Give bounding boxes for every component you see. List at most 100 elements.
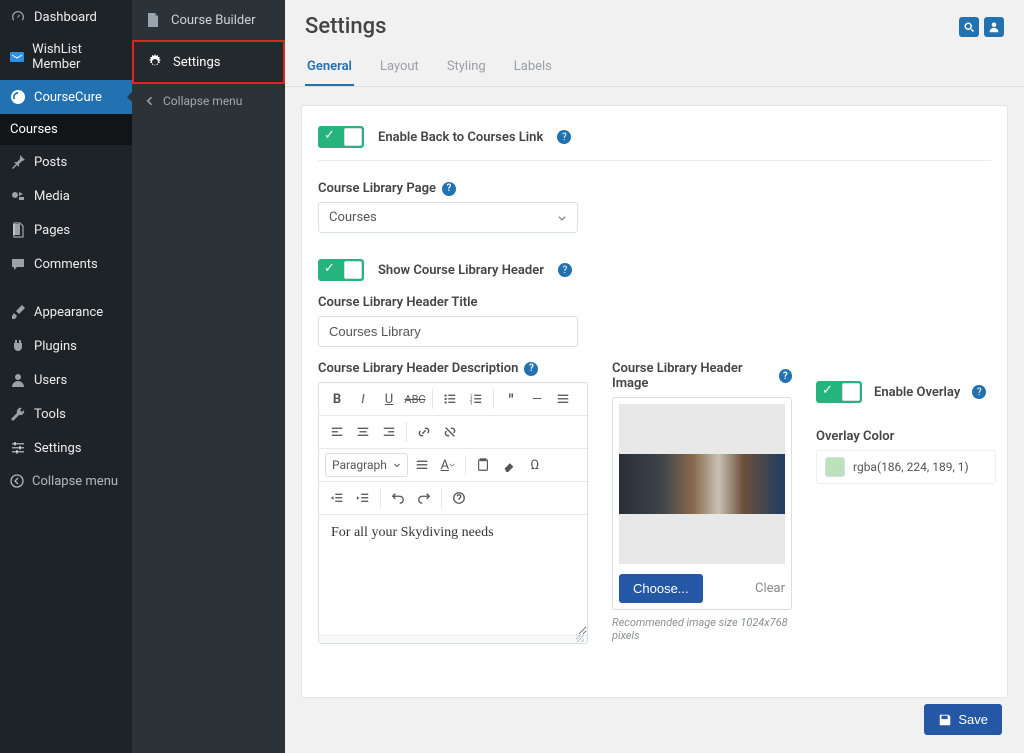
coursecure-subsidebar: Course Builder Settings Collapse menu: [132, 0, 285, 753]
sidebar-item-plugins[interactable]: Plugins: [0, 329, 132, 363]
choose-image-button[interactable]: Choose...: [619, 574, 703, 603]
clear-format-icon[interactable]: [551, 387, 575, 411]
sidebar-item-label: Users: [34, 373, 67, 388]
overlay-color-picker[interactable]: rgba(186, 224, 189, 1): [816, 450, 996, 484]
sidebar-item-wishlist[interactable]: WishList Member: [0, 34, 132, 80]
sidebar-item-settings[interactable]: Settings: [0, 431, 132, 465]
sidebar-item-tools[interactable]: Tools: [0, 397, 132, 431]
sidebar-item-comments[interactable]: Comments: [0, 247, 132, 281]
link-icon[interactable]: [412, 420, 436, 444]
toggle-enable-overlay[interactable]: ✓: [816, 381, 862, 403]
header-image-label: Course Library Header Image ?: [612, 361, 792, 391]
redo-icon[interactable]: [412, 486, 436, 510]
eraser-icon[interactable]: [497, 453, 521, 477]
numbered-list-icon[interactable]: 123: [464, 387, 488, 411]
sidebar-item-media[interactable]: Media: [0, 179, 132, 213]
underline-icon[interactable]: U: [377, 387, 401, 411]
main-content: Settings General Layout Styling Labels ✓…: [285, 0, 1024, 753]
sidebar-item-label: Dashboard: [34, 10, 97, 25]
sidebar-collapse[interactable]: Collapse menu: [0, 465, 132, 497]
editor-resize-handle[interactable]: [319, 635, 587, 643]
sidebar2-collapse[interactable]: Collapse menu: [132, 84, 285, 118]
image-size-hint: Recommended image size 1024x768 pixels: [612, 616, 792, 642]
help-icon[interactable]: ?: [557, 130, 571, 144]
align-right-icon[interactable]: [377, 420, 401, 444]
search-icon[interactable]: [959, 17, 979, 37]
save-button[interactable]: Save: [924, 704, 1002, 735]
collapse-label: Collapse menu: [32, 474, 118, 489]
check-icon: ✓: [324, 261, 335, 276]
strike-icon[interactable]: ABC: [403, 387, 427, 411]
brush-icon: [9, 303, 27, 321]
outdent-icon[interactable]: [325, 486, 349, 510]
check-icon: ✓: [324, 128, 335, 143]
check-icon: ✓: [822, 383, 833, 398]
sidebar-item-appearance[interactable]: Appearance: [0, 295, 132, 329]
align-left-icon[interactable]: [325, 420, 349, 444]
italic-icon[interactable]: I: [351, 387, 375, 411]
sidebar-item-label: Settings: [34, 441, 81, 456]
clear-image-button[interactable]: Clear: [755, 581, 785, 596]
editor-toolbar: B I U ABC 123 " —: [319, 383, 587, 416]
select-value: Courses: [329, 210, 377, 225]
sidebar-item-pages[interactable]: Pages: [0, 213, 132, 247]
sidebar2-item-settings[interactable]: Settings: [132, 40, 285, 84]
help-icon[interactable]: ?: [442, 182, 456, 196]
sidebar-item-posts[interactable]: Posts: [0, 145, 132, 179]
paste-text-icon[interactable]: [471, 453, 495, 477]
sidebar-item-label: Tools: [34, 407, 66, 422]
undo-icon[interactable]: [386, 486, 410, 510]
header-image-card: Choose... Clear: [612, 397, 792, 610]
help-icon[interactable]: ?: [779, 369, 792, 383]
help-icon[interactable]: ?: [972, 385, 986, 399]
course-library-page-select[interactable]: Courses: [318, 202, 578, 233]
user-icon[interactable]: [984, 17, 1004, 37]
sidebar-item-coursecure[interactable]: CourseCure: [0, 80, 132, 114]
page-title: Settings: [305, 14, 386, 39]
sidebar-item-dashboard[interactable]: Dashboard: [0, 0, 132, 34]
richtext-editor: B I U ABC 123 " —: [318, 382, 588, 644]
tab-labels[interactable]: Labels: [512, 49, 554, 86]
indent-icon[interactable]: [351, 486, 375, 510]
comment-icon: [9, 255, 27, 273]
bold-icon[interactable]: B: [325, 387, 349, 411]
editor-toolbar-4: [319, 482, 587, 515]
image-thumbnail: [619, 454, 785, 514]
sidebar-item-users[interactable]: Users: [0, 363, 132, 397]
sidebar-item-courses[interactable]: Courses: [0, 114, 132, 145]
unlink-icon[interactable]: [438, 420, 462, 444]
course-library-page-label: Course Library Page ?: [318, 181, 991, 196]
editor-textarea[interactable]: For all your Skydiving needs: [319, 515, 587, 635]
header-title-input[interactable]: [318, 316, 578, 347]
help-icon[interactable]: ?: [558, 263, 572, 277]
color-swatch: [825, 457, 845, 477]
wrench-icon: [9, 405, 27, 423]
pages-icon: [9, 221, 27, 239]
quote-icon[interactable]: ": [499, 387, 523, 411]
pin-icon: [9, 153, 27, 171]
sidebar-item-label: Comments: [34, 257, 98, 272]
tab-layout[interactable]: Layout: [378, 49, 421, 86]
paragraph-select[interactable]: Paragraph: [325, 453, 408, 477]
general-panel: ✓ Enable Back to Courses Link ? Course L…: [301, 105, 1008, 698]
align-center-icon[interactable]: [351, 420, 375, 444]
sidebar-item-label: WishList Member: [32, 42, 123, 72]
hr-icon[interactable]: —: [525, 387, 549, 411]
header-title-label: Course Library Header Title: [318, 295, 991, 310]
help-icon[interactable]: [447, 486, 471, 510]
sidebar2-item-course-builder[interactable]: Course Builder: [132, 0, 285, 40]
tab-general[interactable]: General: [305, 49, 354, 86]
omega-icon[interactable]: Ω: [523, 453, 547, 477]
header-image-preview: [619, 404, 785, 564]
help-icon[interactable]: ?: [524, 362, 538, 376]
toggle-back-to-courses[interactable]: ✓: [318, 126, 364, 148]
justify-icon[interactable]: [410, 453, 434, 477]
bullet-list-icon[interactable]: [438, 387, 462, 411]
toggle-knob: [344, 261, 362, 279]
toggle-show-header[interactable]: ✓: [318, 259, 364, 281]
coursecure-icon: [9, 88, 27, 106]
toggle-knob: [344, 128, 362, 146]
text-color-icon[interactable]: A: [436, 453, 460, 477]
document-icon: [144, 11, 162, 29]
tab-styling[interactable]: Styling: [445, 49, 488, 86]
